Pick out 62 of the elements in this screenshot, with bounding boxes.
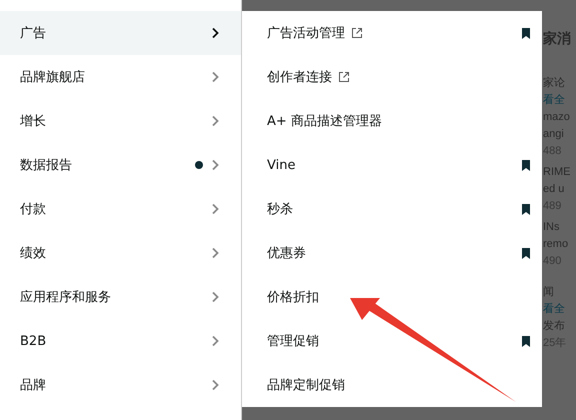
menu-item[interactable]: 数据报告 xyxy=(0,143,241,187)
page-text: 看全 xyxy=(543,302,566,317)
chevron-right-icon xyxy=(211,379,219,391)
menu-label: 品牌 xyxy=(20,377,47,394)
submenu-item[interactable]: 创作者连接 xyxy=(242,55,542,99)
submenu-item[interactable]: 品牌定制促销 xyxy=(242,363,542,407)
menu-label: 应用程序和服务 xyxy=(20,289,112,306)
submenu-item[interactable]: 秒杀 xyxy=(242,187,542,231)
chevron-right-icon xyxy=(211,71,219,83)
submenu-item[interactable]: A+ 商品描述管理器 xyxy=(242,99,542,143)
page-text: RIME xyxy=(543,165,572,180)
page-text: 家论 xyxy=(543,76,566,91)
menu-label: 付款 xyxy=(20,201,47,218)
submenu-label: 广告活动管理 xyxy=(267,25,345,42)
menu-label: 增长 xyxy=(20,113,47,130)
submenu-label: 品牌定制促销 xyxy=(267,377,345,394)
submenu-label: 秒杀 xyxy=(267,201,293,218)
page-text: INs xyxy=(543,220,560,235)
menu-item[interactable]: 增长 xyxy=(0,99,241,143)
submenu-label: 价格折扣 xyxy=(267,289,319,306)
menu-label: 数据报告 xyxy=(20,157,73,174)
page-text: angi xyxy=(543,127,565,142)
chevron-right-icon xyxy=(211,335,219,347)
menu-label: B2B xyxy=(20,334,48,348)
submenu-item[interactable]: Vine xyxy=(242,143,542,187)
submenu-item[interactable]: 优惠券 xyxy=(242,231,542,275)
chevron-right-icon xyxy=(211,27,219,39)
page-text: ed u xyxy=(543,182,566,197)
page-text: 闻 xyxy=(543,285,555,300)
chevron-right-icon xyxy=(211,203,219,215)
menu-item[interactable]: 品牌旗舰店 xyxy=(0,55,241,99)
submenu-label: Vine xyxy=(267,158,296,172)
menu-label: 绩效 xyxy=(20,245,47,262)
menu-label: 品牌旗舰店 xyxy=(20,69,86,86)
chevron-right-icon xyxy=(211,159,219,171)
menu-item[interactable]: 应用程序和服务 xyxy=(0,275,241,319)
menu-item[interactable]: 品牌 xyxy=(0,363,241,407)
page-text: 看全 xyxy=(543,93,566,108)
submenu-label: 管理促销 xyxy=(267,333,319,350)
submenu-label: 优惠券 xyxy=(267,245,306,262)
page-text: mazo xyxy=(543,110,571,125)
page-text: remo xyxy=(543,237,570,252)
bookmark-icon[interactable] xyxy=(522,28,530,38)
page-text: 家消 xyxy=(543,30,572,46)
chevron-right-icon xyxy=(211,291,219,303)
submenu-label: 创作者连接 xyxy=(267,69,332,86)
submenu-item[interactable]: 管理促销 xyxy=(242,319,542,363)
page-text: 发布 xyxy=(543,319,566,334)
menu-item[interactable]: 广告 xyxy=(0,11,241,55)
bookmark-icon[interactable] xyxy=(522,248,530,258)
submenu-item[interactable]: 广告活动管理 xyxy=(242,11,542,55)
chevron-right-icon xyxy=(211,247,219,259)
menu-item[interactable]: 绩效 xyxy=(0,231,241,275)
menu-item[interactable]: B2B xyxy=(0,319,241,363)
chevron-right-icon xyxy=(211,115,219,127)
submenu-item[interactable]: 价格折扣 xyxy=(242,275,542,319)
bookmark-icon[interactable] xyxy=(522,160,530,170)
bookmark-icon[interactable] xyxy=(522,336,530,346)
bookmark-icon[interactable] xyxy=(522,204,530,214)
submenu-label: A+ 商品描述管理器 xyxy=(267,113,382,130)
menu-label: 广告 xyxy=(20,25,47,42)
menu-item[interactable]: 付款 xyxy=(0,187,241,231)
